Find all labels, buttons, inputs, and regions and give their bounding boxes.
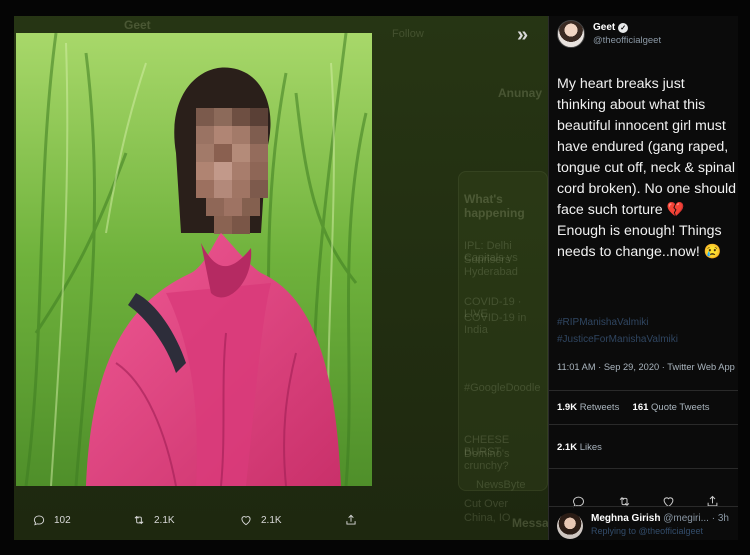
tweet-text: My heart breaks just thinking about what… [557,74,737,263]
reply-tweet[interactable]: Meghna Girish @megiri... · 3h Replying t… [557,513,729,539]
tweet-text-part2: Enough is enough! Things needs to change… [557,223,722,260]
tweet-photo[interactable] [16,33,372,486]
author-name: Geet [593,22,616,33]
share-action[interactable] [344,513,358,527]
reply-avatar[interactable] [557,513,583,539]
retweet-count: 2.1K [154,514,175,526]
reply-author-name: Meghna Girish [591,513,661,524]
author-avatar[interactable] [557,20,585,48]
tweet-actions [549,492,738,514]
sad-face-emoji: 😢 [703,244,722,260]
like-count: 2.1K [261,514,282,526]
photo-action-bar: 102 2.1K 2.1K [14,505,374,535]
replying-to[interactable]: Replying to @theofficialgeet [591,526,729,536]
divider [549,506,738,507]
tweet-author[interactable]: Geet ✓ @theofficialgeet [557,20,661,48]
collapse-chevron-icon[interactable]: » [517,24,528,47]
divider [549,390,738,391]
reply-action[interactable]: 102 [32,513,71,527]
hashtag-link-1[interactable]: #RIPManishaValmiki [557,314,678,331]
bg-trend5-sub2: China, IO [464,512,511,524]
reply-author-handle: @megiri... · 3h [663,513,729,524]
hashtag-link-2[interactable]: #JusticeForManishaValmiki [557,331,678,348]
likes-label: Likes [579,442,602,453]
bg-trend4-sub: Domino's crunchy? [464,448,510,472]
verified-badge-icon: ✓ [618,22,629,33]
likes-count: 2.1K [557,442,578,453]
divider [549,424,738,425]
retweet-stats[interactable]: 1.9K Retweets 161 Quote Tweets [557,402,709,413]
reply-count: 102 [54,514,71,526]
tweet-detail-panel: Geet ✓ @theofficialgeet My heart breaks … [548,16,738,540]
retweets-label: Retweets [579,402,620,413]
bg-follow: Follow [392,28,424,40]
heart-icon [241,516,251,526]
reply-author: Meghna Girish @megiri... · 3h [591,513,729,524]
tweet-text-part1: My heart breaks just thinking about what… [557,76,737,218]
retweet-action[interactable]: 2.1K [132,513,175,527]
reply-icon [33,515,45,526]
bg-trend1b: Sunrisers Hyderabad [464,254,518,278]
retweet-icon [134,515,144,525]
retweets-count: 1.9K [557,402,578,413]
bg-reply-user: Anunay [498,86,543,100]
share-icon [346,514,356,525]
author-handle: @theofficialgeet [593,35,662,46]
photo-illustration [16,33,372,486]
bg-trend2: COVID-19 in India [464,312,527,336]
bg-messages: Messages [512,516,548,530]
quotes-label: Quote Tweets [651,402,710,413]
bg-trend5: NewsByte [476,479,526,491]
bg-top-name: Geet [124,18,151,32]
divider [549,468,738,469]
tweet-timestamp[interactable]: 11:01 AM · Sep 29, 2020 · Twitter Web Ap… [557,362,735,372]
quotes-count: 161 [632,402,649,413]
broken-heart-emoji: 💔 [666,202,685,218]
likes-stats[interactable]: 2.1K Likes [557,442,602,453]
bg-trend5-sub: Cut Over [464,498,509,510]
bg-trend3: #GoogleDoodle [464,382,541,394]
like-action[interactable]: 2.1K [239,513,282,527]
bg-trend-header: What's happening [464,192,525,220]
tweet-hashtags: #RIPManishaValmiki #JusticeForManishaVal… [557,314,678,348]
